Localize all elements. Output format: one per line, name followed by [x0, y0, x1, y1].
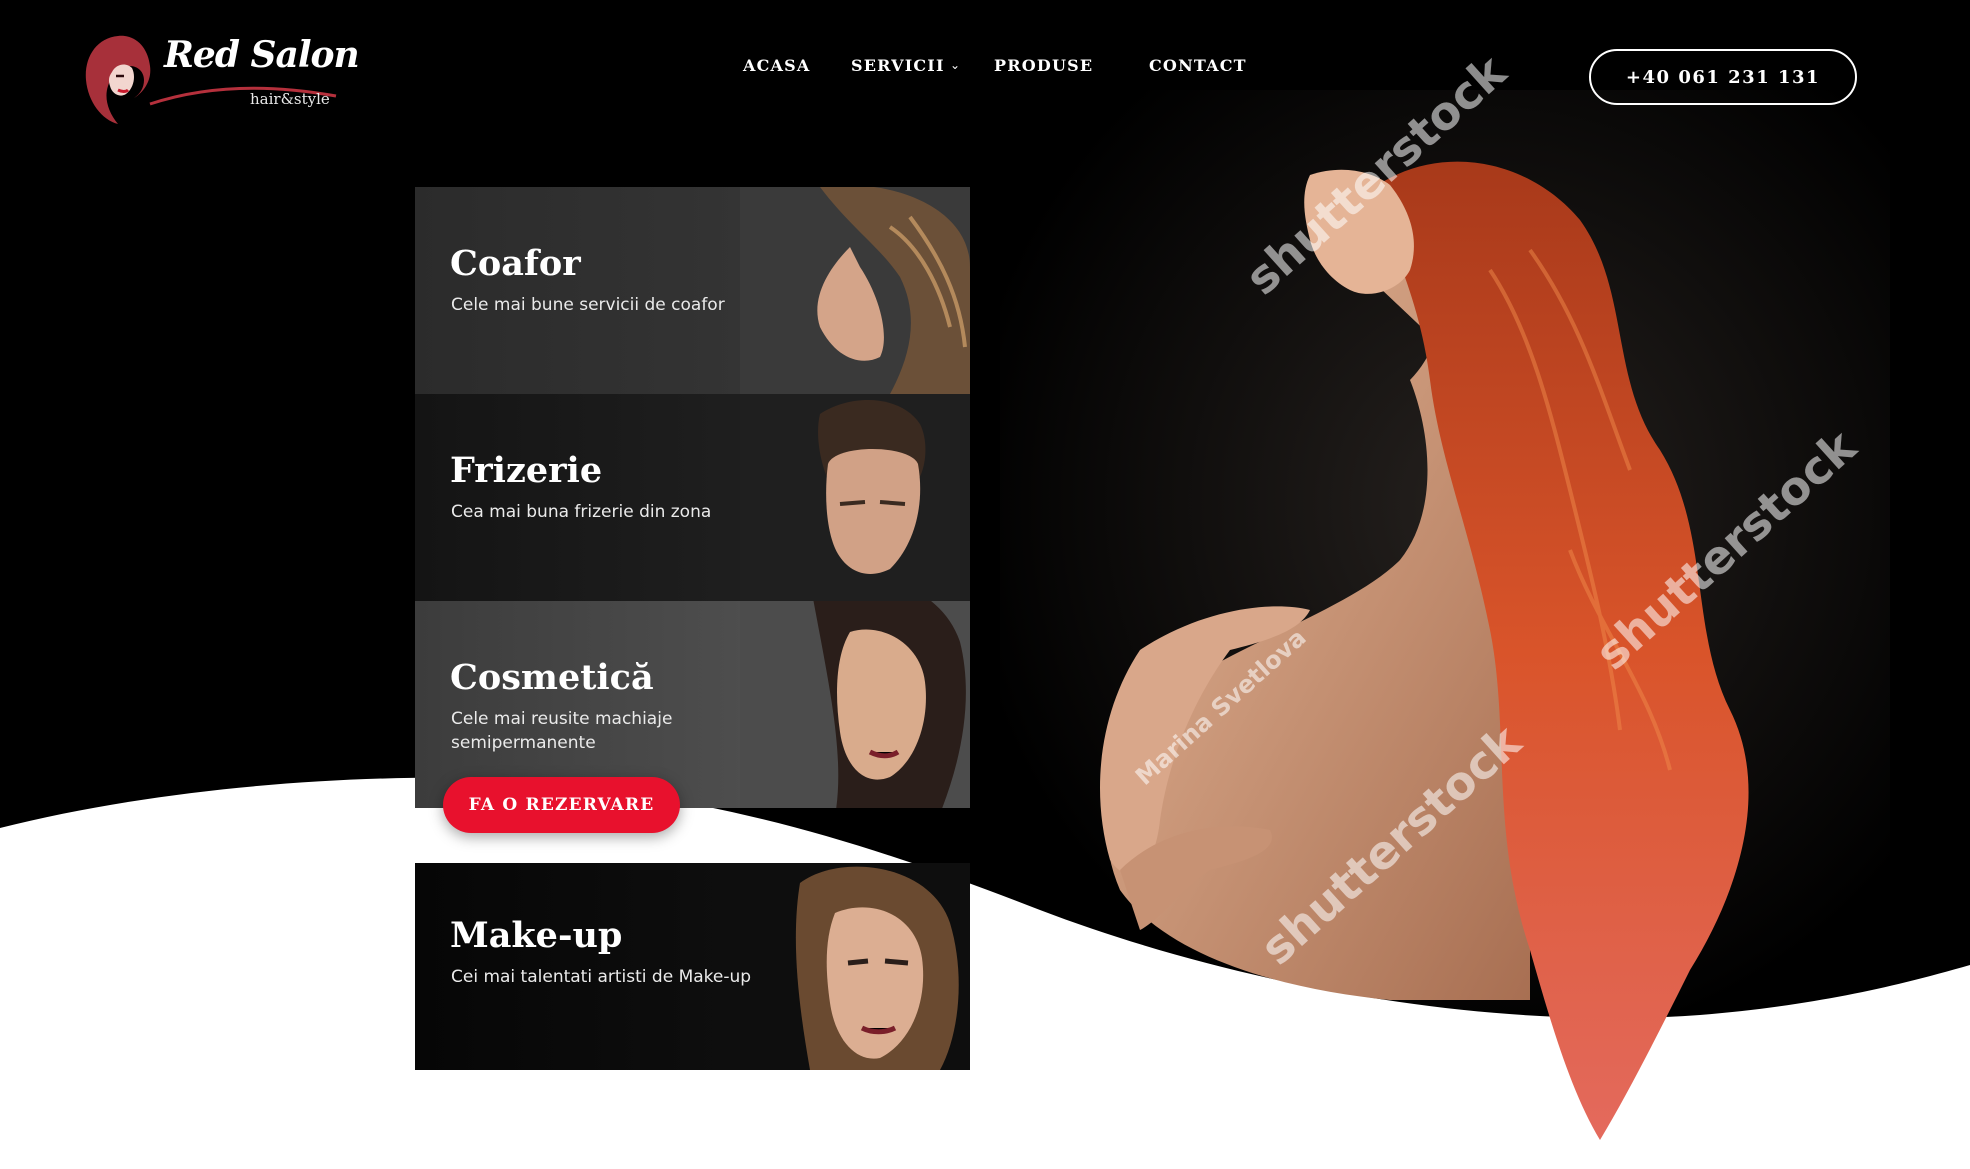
- reservation-button[interactable]: FA O REZERVARE: [443, 777, 680, 833]
- service-card-makeup[interactable]: Make-up Cei mai talentati artisti de Mak…: [415, 863, 970, 1070]
- chevron-down-icon[interactable]: ⌄: [950, 58, 960, 72]
- brand-logo[interactable]: Red Salon hair&style: [78, 32, 360, 132]
- service-title: Cosmetică: [450, 657, 654, 698]
- nav-item-contact[interactable]: CONTACT: [1149, 56, 1247, 75]
- nav-item-servicii[interactable]: SERVICII: [851, 56, 945, 75]
- services-panel: Coafor Cele mai bune servicii de coafor …: [415, 187, 970, 1070]
- service-title: Make-up: [450, 915, 623, 956]
- service-title: Coafor: [450, 243, 581, 284]
- nav-item-produse[interactable]: PRODUSE: [994, 56, 1093, 75]
- brand-tagline: hair&style: [250, 90, 330, 108]
- coafor-portrait: [740, 187, 970, 394]
- cosmetica-portrait: [740, 601, 970, 808]
- phone-button[interactable]: +40 061 231 131: [1589, 49, 1857, 105]
- service-card-coafor[interactable]: Coafor Cele mai bune servicii de coafor: [415, 187, 970, 394]
- service-description: Cei mai talentati artisti de Make-up: [451, 967, 752, 987]
- service-title: Frizerie: [450, 450, 603, 491]
- service-description: Cele mai bune servicii de coafor: [451, 295, 725, 315]
- hero-woman-photo: [1100, 161, 1749, 1141]
- service-description: Cea mai buna frizerie din zona: [451, 502, 712, 522]
- service-description: Cele mai reusite machiaje semipermanente: [451, 709, 673, 753]
- frizerie-portrait: [740, 394, 970, 601]
- nav-item-acasa[interactable]: ACASA: [743, 56, 811, 75]
- service-card-frizerie[interactable]: Frizerie Cea mai buna frizerie din zona: [415, 394, 970, 601]
